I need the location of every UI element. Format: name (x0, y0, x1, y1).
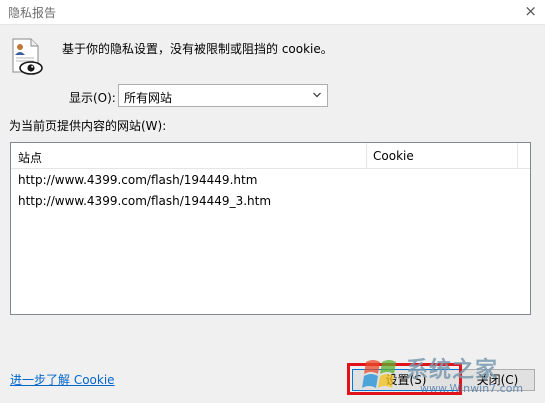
column-divider[interactable] (366, 143, 367, 168)
summary-text: 基于你的隐私设置，没有被限制或阻挡的 cookie。 (62, 42, 333, 56)
list-item[interactable]: http://www.4399.com/flash/194449.htm (18, 173, 498, 191)
sites-list[interactable]: 站点 Cookie http://www.4399.com/flash/1944… (10, 142, 531, 315)
settings-button[interactable]: 设置(S) (352, 369, 460, 391)
site-url: http://www.4399.com/flash/194449.htm (18, 173, 258, 187)
learn-more-link[interactable]: 进一步了解 Cookie (10, 371, 115, 388)
list-item[interactable]: http://www.4399.com/flash/194449_3.htm (18, 194, 498, 212)
list-header: 站点 Cookie (11, 143, 530, 169)
chevron-down-icon (313, 92, 321, 98)
show-filter-value: 所有网站 (124, 91, 173, 105)
sites-list-label: 为当前页提供内容的网站(W): (9, 119, 167, 133)
site-url: http://www.4399.com/flash/194449_3.htm (18, 194, 272, 208)
show-filter-select[interactable]: 所有网站 (118, 84, 328, 107)
column-header-cookie[interactable]: Cookie (373, 149, 414, 163)
column-divider[interactable] (517, 143, 518, 168)
column-header-site[interactable]: 站点 (18, 149, 42, 166)
privacy-report-icon (12, 38, 43, 75)
close-button[interactable]: 关闭(C) (460, 369, 535, 391)
close-icon[interactable]: × (524, 1, 537, 21)
window-title: 隐私报告 (8, 6, 57, 20)
show-filter-label: 显示(O): (69, 91, 116, 105)
title-bar: 隐私报告 × (0, 0, 545, 25)
